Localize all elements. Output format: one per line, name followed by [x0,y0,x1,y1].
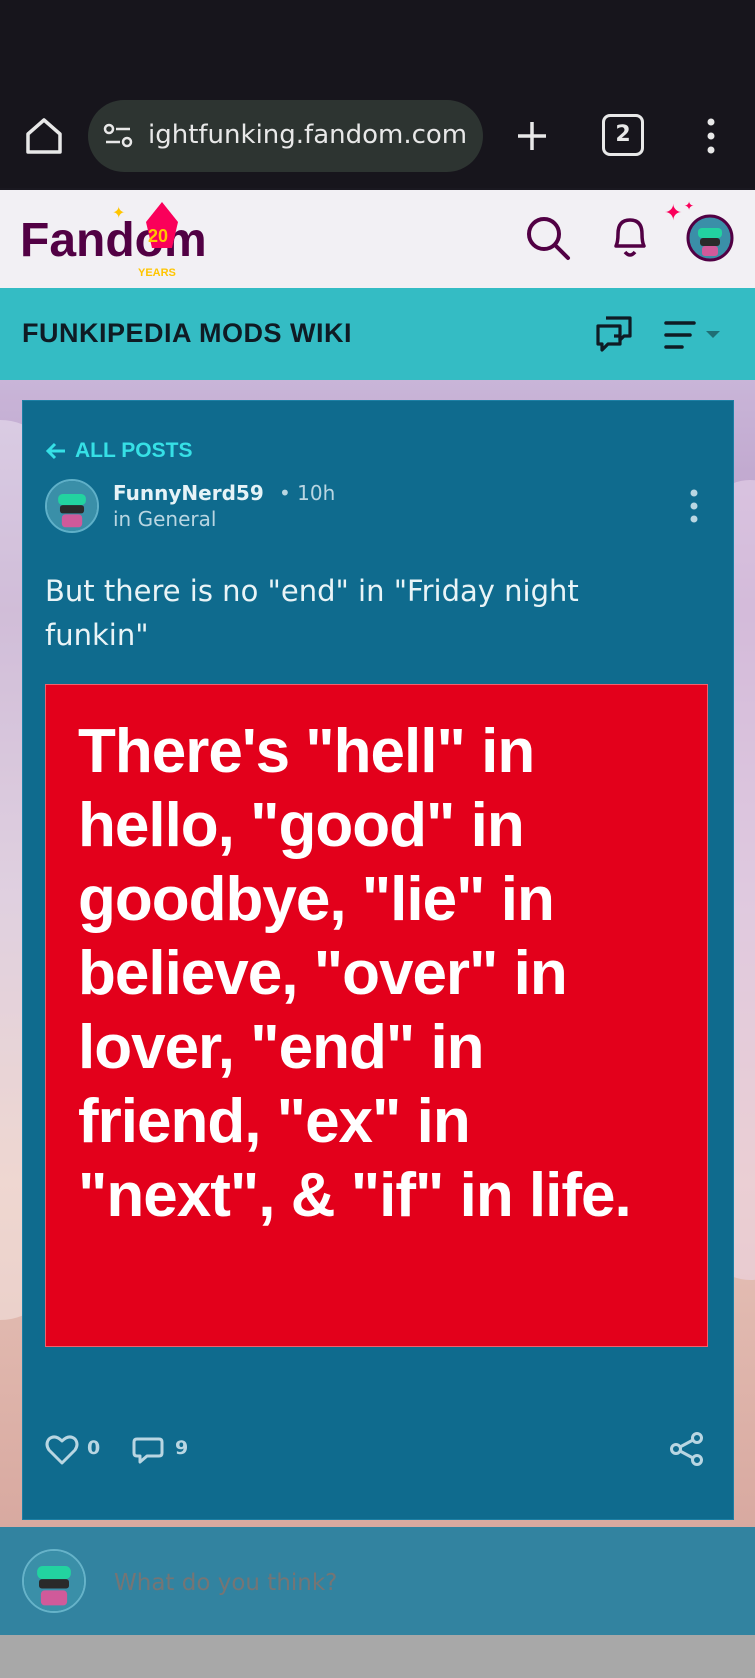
post-body: But there is no "end" in "Friday night f… [45,574,579,652]
address-bar[interactable]: ightfunking.fandom.com [88,100,483,172]
comment-input[interactable] [114,1563,714,1603]
url-text[interactable]: ightfunking.fandom.com [148,120,478,150]
navigation-bar [0,1635,755,1678]
wiki-title[interactable]: FUNKIPEDIA MODS WIKI [22,318,352,349]
home-icon[interactable] [22,114,66,158]
post-category[interactable]: in General [113,507,216,531]
arrow-left-icon [45,442,65,460]
tab-switcher-button[interactable]: 2 [602,114,644,156]
bell-icon[interactable] [608,212,652,262]
share-icon[interactable] [669,1431,705,1467]
fandom-logo[interactable]: Fandom 20 YEARS ✦ [20,200,245,280]
browser-toolbar: ightfunking.fandom.com 2 [0,96,755,176]
like-count: 0 [87,1437,101,1459]
post-card: ALL POSTS FunnyNerd59 • 10h in General B… [22,400,734,1520]
heart-icon[interactable] [45,1433,79,1467]
post-time: • 10h [279,481,336,505]
post-actions: 0 9 [45,1431,705,1471]
svg-text:✦: ✦ [684,199,694,213]
fandom-header: Fandom 20 YEARS ✦ ✦ ✦ [0,190,755,288]
post-image[interactable]: There's "hell" in hello, "good" in goodb… [45,684,708,1347]
svg-text:✦: ✦ [664,201,682,226]
user-avatar[interactable] [686,214,734,262]
comment-icon[interactable] [131,1433,165,1467]
search-icon[interactable] [524,214,572,262]
logo-sub: YEARS [138,267,176,279]
hamburger-menu-icon[interactable] [664,318,724,352]
logo-badge: 20 [148,226,168,246]
wiki-bar: FUNKIPEDIA MODS WIKI [0,288,755,380]
new-tab-icon[interactable] [510,114,554,158]
discussions-icon[interactable] [594,314,634,354]
author-avatar[interactable] [45,479,99,533]
svg-text:✦: ✦ [112,203,125,222]
post-image-text: There's "hell" in hello, "good" in goodb… [78,717,632,1230]
author-name[interactable]: FunnyNerd59 [113,481,264,505]
post-options-icon[interactable] [687,487,701,525]
current-user-avatar [22,1549,86,1613]
comment-count: 9 [175,1437,189,1459]
back-to-all-posts-link[interactable]: ALL POSTS [45,439,192,463]
comment-composer [0,1527,755,1635]
site-settings-icon[interactable] [102,120,134,152]
overflow-menu-icon[interactable] [696,112,726,160]
back-link-label[interactable]: ALL POSTS [75,439,192,463]
